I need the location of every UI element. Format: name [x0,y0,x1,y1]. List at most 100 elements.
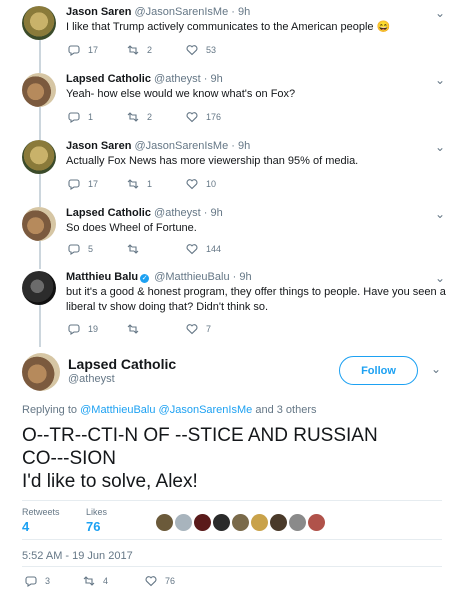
avatar[interactable] [22,6,56,40]
liker-avatar[interactable] [232,514,249,531]
author-handle[interactable]: @MatthieuBalu [154,271,229,283]
liker-avatar[interactable] [175,514,192,531]
retweet-icon [127,45,139,55]
tweet-text: Actually Fox News has more viewership th… [66,155,359,167]
replying-user-link[interactable]: @JasonSarenIsMe [159,404,253,416]
reply-button[interactable]: 17 [68,44,98,56]
reply-icon [68,324,80,335]
author-handle[interactable]: @atheyst [154,73,201,85]
reply-button[interactable]: 5 [68,243,93,255]
chevron-down-icon[interactable]: ⌄ [435,73,445,87]
retweets-stat[interactable]: Retweets 4 [22,507,60,534]
main-text-line: I'd like to solve, Alex! [22,471,198,492]
liker-avatar[interactable] [251,514,268,531]
liker-avatar[interactable] [270,514,287,531]
chevron-down-icon[interactable]: ⌄ [435,6,445,20]
avatar[interactable] [22,271,56,305]
reply-tweet[interactable]: Jason Saren @JasonSarenIsMe · 9h ⌄ I lik… [0,0,461,67]
retweet-button[interactable]: 1 [127,178,152,190]
retweet-button[interactable]: 2 [127,111,152,123]
divider [22,539,442,540]
retweets-label: Retweets [22,507,60,517]
reply-button[interactable]: 1 [68,111,93,123]
like-count: 10 [206,179,217,189]
like-button[interactable]: 53 [186,44,216,56]
main-text-line: O--TR--CTI-N OF --STICE AND RUSSIAN [22,425,378,446]
liker-avatar[interactable] [194,514,211,531]
main-author-name[interactable]: Lapsed Catholic [68,356,176,372]
reply-button[interactable]: 3 [25,575,50,587]
chevron-down-icon[interactable]: ⌄ [431,362,441,376]
liker-avatar[interactable] [308,514,325,531]
retweet-count: 2 [147,112,153,122]
heart-icon [186,324,198,335]
like-button[interactable]: 144 [186,243,221,255]
main-avatar[interactable] [22,353,60,391]
author-handle[interactable]: @JasonSarenIsMe [134,140,228,152]
author-name[interactable]: Lapsed Catholic [66,207,151,219]
retweet-button[interactable]: 4 [83,575,108,587]
author-name[interactable]: Jason Saren [66,6,131,18]
chevron-down-icon[interactable]: ⌄ [435,207,445,221]
likers-avatars [156,514,327,531]
reply-button[interactable]: 17 [68,178,98,190]
reply-count: 3 [45,576,51,586]
chevron-down-icon[interactable]: ⌄ [435,271,445,285]
tweet-time[interactable]: 9h [238,6,250,18]
retweet-button[interactable]: 2 [127,44,152,56]
retweets-value: 4 [22,519,30,534]
author-handle[interactable]: @atheyst [154,207,201,219]
tweet-text: So does Wheel of Fortune. [66,222,197,234]
reply-icon [68,179,80,190]
author-name[interactable]: Matthieu Balu [66,271,138,283]
like-button[interactable]: 7 [186,323,211,335]
reply-count: 5 [88,244,94,254]
verified-icon: ✓ [140,274,150,283]
tweet-time[interactable]: 9h [239,271,251,283]
retweet-button[interactable] [127,243,147,255]
retweet-button[interactable] [127,323,147,335]
likes-label: Likes [86,507,108,517]
liker-avatar[interactable] [289,514,306,531]
separator: · [232,271,237,283]
liker-avatar[interactable] [156,514,173,531]
liker-avatar[interactable] [213,514,230,531]
likes-stat[interactable]: Likes 76 [86,507,107,534]
author-name[interactable]: Lapsed Catholic [66,73,151,85]
divider [22,500,442,501]
like-button[interactable]: 76 [145,575,175,587]
retweet-icon [127,179,139,189]
tweet-time[interactable]: 9h [238,140,250,152]
retweet-icon [83,576,95,586]
author-name[interactable]: Jason Saren [66,140,131,152]
reply-tweet[interactable]: Jason Saren @JasonSarenIsMe · 9h ⌄ Actua… [0,134,461,201]
follow-button[interactable]: Follow [339,356,418,385]
reply-icon [68,112,80,123]
heart-icon [186,112,198,123]
retweet-count: 2 [147,45,153,55]
tweet-timestamp[interactable]: 5:52 AM - 19 Jun 2017 [22,550,133,562]
reply-tweet[interactable]: Matthieu Balu ✓ @MatthieuBalu · 9h ⌄ but … [0,265,461,345]
tweet-time[interactable]: 9h [210,207,222,219]
avatar[interactable] [22,207,56,241]
reply-tweet[interactable]: Lapsed Catholic @atheyst · 9h ⌄ Yeah- ho… [0,67,461,134]
replying-user-link[interactable]: @MatthieuBalu [80,404,155,416]
reply-tweet[interactable]: Lapsed Catholic @atheyst · 9h ⌄ So does … [0,201,461,268]
avatar[interactable] [22,140,56,174]
reply-button[interactable]: 19 [68,323,98,335]
like-count: 176 [206,112,222,122]
reply-count: 19 [88,324,99,334]
main-author-handle[interactable]: @atheyst [68,373,115,385]
retweet-icon [127,324,139,334]
avatar[interactable] [22,73,56,107]
replying-suffix[interactable]: and 3 others [255,404,316,416]
separator: · [231,6,235,18]
chevron-down-icon[interactable]: ⌄ [435,140,445,154]
author-handle[interactable]: @JasonSarenIsMe [134,6,228,18]
like-button[interactable]: 176 [186,111,221,123]
tweet-time[interactable]: 9h [210,73,222,85]
reply-icon [25,576,37,587]
retweet-count: 4 [103,576,109,586]
like-button[interactable]: 10 [186,178,216,190]
divider [22,566,442,567]
